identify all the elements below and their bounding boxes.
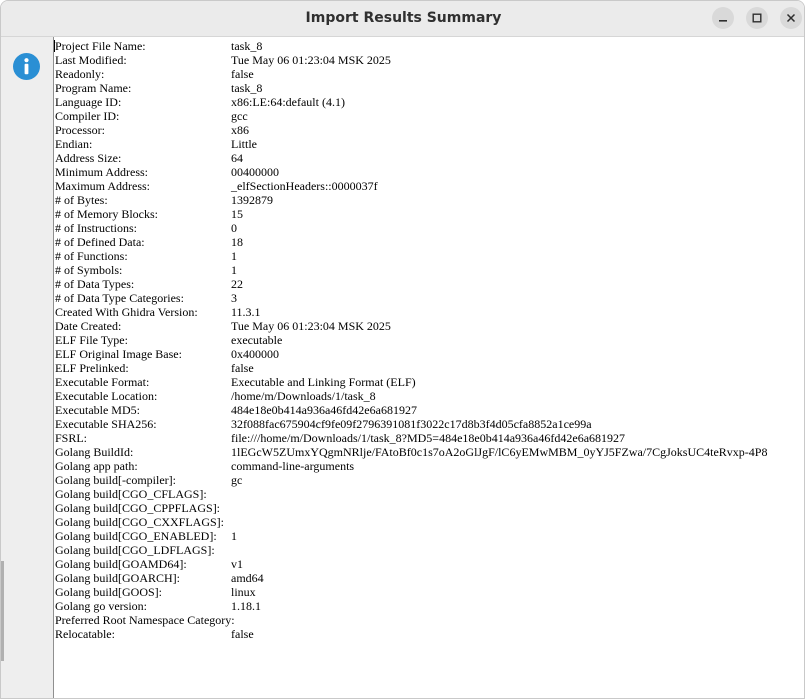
- summary-key: Golang app path:: [55, 459, 138, 473]
- summary-value: x86: [231, 123, 249, 137]
- summary-key: Compiler ID:: [55, 109, 120, 123]
- summary-key: Executable Format:: [55, 375, 150, 389]
- summary-value: executable: [231, 333, 283, 347]
- summary-value: _elfSectionHeaders::0000037f: [231, 179, 378, 193]
- summary-value: false: [231, 361, 254, 375]
- summary-key: # of Bytes:: [55, 193, 108, 207]
- summary-key: Executable Location:: [55, 389, 158, 403]
- summary-key: Golang build[CGO_CXXFLAGS]:: [55, 515, 225, 529]
- summary-value: Tue May 06 01:23:04 MSK 2025: [231, 53, 391, 67]
- summary-value: 484e18e0b414a936a46fd42e6a681927: [231, 403, 417, 417]
- title-bar[interactable]: Import Results Summary: [1, 1, 804, 37]
- summary-key: Golang build[CGO_LDFLAGS]:: [55, 543, 215, 557]
- dialog-content: Project File Name: task_8 Last Modified: Tu…: [1, 37, 804, 698]
- summary-value: task_8: [231, 39, 263, 53]
- summary-key: ELF Original Image Base:: [55, 347, 182, 361]
- summary-key: Processor:: [55, 123, 105, 137]
- summary-key: Golang BuildId:: [55, 445, 134, 459]
- summary-value: false: [231, 67, 254, 81]
- window-edge: [1, 561, 4, 661]
- summary-key: Golang build[GOAMD64]:: [55, 557, 187, 571]
- summary-key: ELF Prelinked:: [55, 361, 129, 375]
- summary-key: Program Name:: [55, 81, 132, 95]
- summary-key: Last Modified:: [55, 53, 127, 67]
- summary-key: # of Data Types:: [55, 277, 135, 291]
- summary-key: # of Functions:: [55, 249, 128, 263]
- summary-key: Created With Ghidra Version:: [55, 305, 198, 319]
- maximize-button[interactable]: [746, 7, 768, 29]
- summary-key: Readonly:: [55, 67, 105, 81]
- summary-value: 15: [231, 207, 243, 221]
- summary-key: # of Defined Data:: [55, 235, 145, 249]
- minimize-icon: [719, 20, 727, 22]
- summary-value: 11.3.1: [231, 305, 261, 319]
- summary-value: 1: [231, 263, 237, 277]
- maximize-icon: [752, 13, 762, 23]
- summary-key: Preferred Root Namespace Category:: [55, 613, 235, 627]
- summary-key: Golang build[CGO_CPPFLAGS]:: [55, 501, 221, 515]
- close-icon: [786, 13, 796, 23]
- summary-key: Golang build[GOARCH]:: [55, 571, 180, 585]
- summary-key: Executable MD5:: [55, 403, 140, 417]
- summary-key: Maximum Address:: [55, 179, 150, 193]
- summary-key: Project File Name:: [55, 39, 146, 53]
- summary-value: Tue May 06 01:23:04 MSK 2025: [231, 319, 391, 333]
- summary-key: Golang go version:: [55, 599, 147, 613]
- summary-key: Golang build[-compiler]:: [55, 473, 176, 487]
- summary-value: /home/m/Downloads/1/task_8: [231, 389, 376, 403]
- summary-value: 1392879: [231, 193, 273, 207]
- summary-key: Minimum Address:: [55, 165, 149, 179]
- summary-value: gcc: [231, 109, 248, 123]
- summary-key: Endian:: [55, 137, 93, 151]
- summary-value: gc: [231, 473, 243, 487]
- summary-value: 64: [231, 151, 243, 165]
- summary-key: Address Size:: [55, 151, 122, 165]
- summary-value: task_8: [231, 81, 263, 95]
- close-button[interactable]: [780, 7, 802, 29]
- summary-key: # of Data Type Categories:: [55, 291, 184, 305]
- window-title: Import Results Summary: [305, 10, 502, 26]
- summary-value: 18: [231, 235, 243, 249]
- summary-value: command-line-arguments: [231, 459, 355, 473]
- summary-value: x86:LE:64:default (4.1): [231, 95, 345, 109]
- summary-value: 3: [231, 291, 237, 305]
- summary-value: linux: [231, 585, 256, 599]
- summary-key: Executable SHA256:: [55, 417, 157, 431]
- summary-key: # of Instructions:: [55, 221, 137, 235]
- minimize-button[interactable]: [712, 7, 734, 29]
- summary-value: Executable and Linking Format (ELF): [231, 375, 416, 389]
- summary-value: 0: [231, 221, 237, 235]
- summary-key: Golang build[GOOS]:: [55, 585, 162, 599]
- import-results-dialog: Import Results Summary Project File Name…: [0, 0, 805, 699]
- summary-value: v1: [231, 557, 243, 571]
- summary-value: 1: [231, 249, 237, 263]
- summary-value: 1lEGcW5ZUmxYQgmNRlje/FAtoBf0c1s7oA2oGlJg…: [231, 445, 768, 459]
- summary-value: 00400000: [231, 165, 279, 179]
- summary-key: FSRL:: [55, 431, 88, 445]
- summary-key: # of Symbols:: [55, 263, 123, 277]
- summary-value: Little: [231, 137, 257, 151]
- info-icon: [13, 53, 40, 80]
- summary-key: Language ID:: [55, 95, 122, 109]
- summary-key: Date Created:: [55, 319, 122, 333]
- summary-key: Golang build[CGO_ENABLED]:: [55, 529, 217, 543]
- summary-value: 1.18.1: [231, 599, 261, 613]
- summary-key: # of Memory Blocks:: [55, 207, 158, 221]
- summary-value: 1: [231, 529, 237, 543]
- summary-value: 22: [231, 277, 243, 291]
- summary-key: Golang build[CGO_CFLAGS]:: [55, 487, 207, 501]
- summary-value: amd64: [231, 571, 264, 585]
- summary-key: Relocatable:: [55, 627, 115, 641]
- summary-value: 0x400000: [231, 347, 279, 361]
- summary-text-area[interactable]: Project File Name: task_8 Last Modified: Tu…: [53, 37, 804, 698]
- summary-value: false: [231, 627, 254, 641]
- summary-key: ELF File Type:: [55, 333, 128, 347]
- summary-value: file:///home/m/Downloads/1/task_8?MD5=48…: [231, 431, 626, 445]
- summary-value: 32f088fac675904cf9fe09f2796391081f3022c1…: [231, 417, 592, 431]
